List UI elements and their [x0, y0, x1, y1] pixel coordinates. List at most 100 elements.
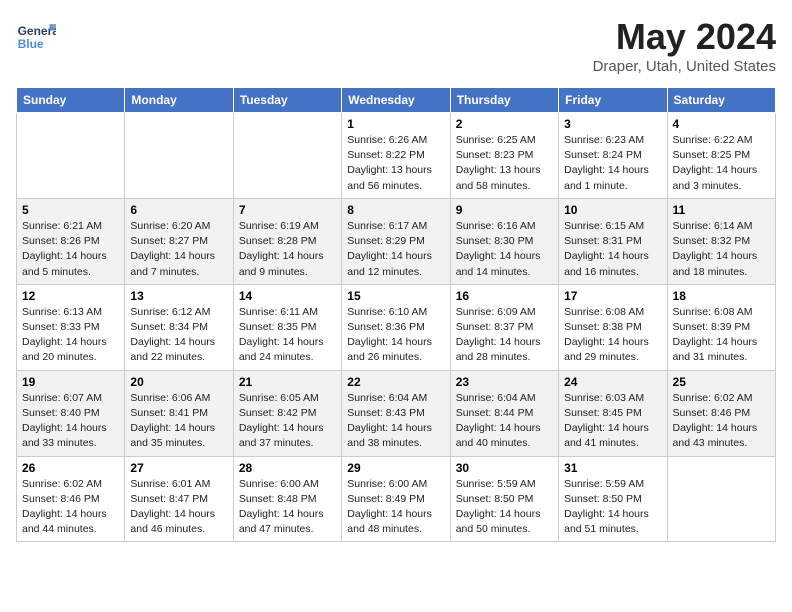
cell-details: Sunrise: 6:00 AM Sunset: 8:48 PM Dayligh…	[239, 477, 336, 538]
calendar-cell: 8 Sunrise: 6:17 AM Sunset: 8:29 PM Daylig…	[342, 198, 450, 284]
day-number: 7	[239, 203, 336, 217]
calendar-week-row: 1 Sunrise: 6:26 AM Sunset: 8:22 PM Daylig…	[17, 113, 776, 199]
day-number: 13	[130, 289, 227, 303]
calendar-week-row: 5Sunrise: 6:21 AM Sunset: 8:26 PM Daylig…	[17, 198, 776, 284]
cell-details: Sunrise: 5:59 AM Sunset: 8:50 PM Dayligh…	[564, 477, 661, 538]
cell-details: Sunrise: 6:15 AM Sunset: 8:31 PM Dayligh…	[564, 219, 661, 280]
day-number: 10	[564, 203, 661, 217]
calendar-cell: 3 Sunrise: 6:23 AM Sunset: 8:24 PM Daylig…	[559, 113, 667, 199]
calendar-cell: 22 Sunrise: 6:04 AM Sunset: 8:43 PM Dayli…	[342, 370, 450, 456]
logo: General Blue	[16, 16, 60, 56]
calendar-week-row: 12Sunrise: 6:13 AM Sunset: 8:33 PM Dayli…	[17, 284, 776, 370]
cell-details: Sunrise: 6:06 AM Sunset: 8:41 PM Dayligh…	[130, 391, 227, 452]
calendar-cell: 14 Sunrise: 6:11 AM Sunset: 8:35 PM Dayli…	[233, 284, 341, 370]
day-number: 17	[564, 289, 661, 303]
cell-details: Sunrise: 6:19 AM Sunset: 8:28 PM Dayligh…	[239, 219, 336, 280]
cell-details: Sunrise: 6:12 AM Sunset: 8:34 PM Dayligh…	[130, 305, 227, 366]
location: Draper, Utah, United States	[593, 58, 776, 75]
day-of-week-header: Friday	[559, 88, 667, 113]
calendar-cell: 12Sunrise: 6:13 AM Sunset: 8:33 PM Dayli…	[17, 284, 125, 370]
cell-details: Sunrise: 6:22 AM Sunset: 8:25 PM Dayligh…	[673, 133, 770, 194]
cell-details: Sunrise: 6:11 AM Sunset: 8:35 PM Dayligh…	[239, 305, 336, 366]
day-number: 21	[239, 375, 336, 389]
calendar-cell: 26 Sunrise: 6:02 AM Sunset: 8:46 PM Dayli…	[17, 456, 125, 542]
day-number: 25	[673, 375, 770, 389]
day-number: 8	[347, 203, 444, 217]
cell-details: Sunrise: 6:17 AM Sunset: 8:29 PM Dayligh…	[347, 219, 444, 280]
calendar-cell: 15 Sunrise: 6:10 AM Sunset: 8:36 PM Dayli…	[342, 284, 450, 370]
cell-details: Sunrise: 6:23 AM Sunset: 8:24 PM Dayligh…	[564, 133, 661, 194]
day-number: 22	[347, 375, 444, 389]
calendar-cell: 29Sunrise: 6:00 AM Sunset: 8:49 PM Dayli…	[342, 456, 450, 542]
day-of-week-header: Sunday	[17, 88, 125, 113]
title-block: May 2024 Draper, Utah, United States	[593, 16, 776, 75]
month-title: May 2024	[593, 16, 776, 58]
day-number: 14	[239, 289, 336, 303]
day-number: 4	[673, 117, 770, 131]
day-number: 15	[347, 289, 444, 303]
calendar-cell: 21 Sunrise: 6:05 AM Sunset: 8:42 PM Dayli…	[233, 370, 341, 456]
calendar-cell: 13 Sunrise: 6:12 AM Sunset: 8:34 PM Dayli…	[125, 284, 233, 370]
calendar-cell: 27Sunrise: 6:01 AM Sunset: 8:47 PM Dayli…	[125, 456, 233, 542]
cell-details: Sunrise: 6:04 AM Sunset: 8:43 PM Dayligh…	[347, 391, 444, 452]
cell-details: Sunrise: 6:09 AM Sunset: 8:37 PM Dayligh…	[456, 305, 553, 366]
day-of-week-header: Thursday	[450, 88, 558, 113]
day-number: 23	[456, 375, 553, 389]
cell-details: Sunrise: 6:07 AM Sunset: 8:40 PM Dayligh…	[22, 391, 119, 452]
day-number: 9	[456, 203, 553, 217]
calendar-cell: 4 Sunrise: 6:22 AM Sunset: 8:25 PM Daylig…	[667, 113, 775, 199]
cell-details: Sunrise: 5:59 AM Sunset: 8:50 PM Dayligh…	[456, 477, 553, 538]
calendar-cell	[233, 113, 341, 199]
cell-details: Sunrise: 6:01 AM Sunset: 8:47 PM Dayligh…	[130, 477, 227, 538]
calendar-week-row: 26 Sunrise: 6:02 AM Sunset: 8:46 PM Dayli…	[17, 456, 776, 542]
calendar-cell: 24 Sunrise: 6:03 AM Sunset: 8:45 PM Dayli…	[559, 370, 667, 456]
calendar-cell: 17Sunrise: 6:08 AM Sunset: 8:38 PM Dayli…	[559, 284, 667, 370]
day-number: 31	[564, 461, 661, 475]
svg-text:Blue: Blue	[18, 37, 44, 51]
cell-details: Sunrise: 6:03 AM Sunset: 8:45 PM Dayligh…	[564, 391, 661, 452]
day-number: 1	[347, 117, 444, 131]
day-number: 3	[564, 117, 661, 131]
calendar-cell: 31 Sunrise: 5:59 AM Sunset: 8:50 PM Dayli…	[559, 456, 667, 542]
calendar-cell	[17, 113, 125, 199]
calendar-cell: 30 Sunrise: 5:59 AM Sunset: 8:50 PM Dayli…	[450, 456, 558, 542]
calendar-cell: 2 Sunrise: 6:25 AM Sunset: 8:23 PM Daylig…	[450, 113, 558, 199]
cell-details: Sunrise: 6:04 AM Sunset: 8:44 PM Dayligh…	[456, 391, 553, 452]
calendar-cell	[667, 456, 775, 542]
cell-details: Sunrise: 6:02 AM Sunset: 8:46 PM Dayligh…	[22, 477, 119, 538]
calendar-cell: 7 Sunrise: 6:19 AM Sunset: 8:28 PM Daylig…	[233, 198, 341, 284]
calendar-cell: 10 Sunrise: 6:15 AM Sunset: 8:31 PM Dayli…	[559, 198, 667, 284]
day-number: 28	[239, 461, 336, 475]
calendar-cell: 25 Sunrise: 6:02 AM Sunset: 8:46 PM Dayli…	[667, 370, 775, 456]
cell-details: Sunrise: 6:26 AM Sunset: 8:22 PM Dayligh…	[347, 133, 444, 194]
calendar-week-row: 19 Sunrise: 6:07 AM Sunset: 8:40 PM Dayli…	[17, 370, 776, 456]
calendar-cell: 19 Sunrise: 6:07 AM Sunset: 8:40 PM Dayli…	[17, 370, 125, 456]
day-of-week-header: Wednesday	[342, 88, 450, 113]
page-header: General Blue May 2024 Draper, Utah, Unit…	[16, 16, 776, 75]
cell-details: Sunrise: 6:21 AM Sunset: 8:26 PM Dayligh…	[22, 219, 119, 280]
cell-details: Sunrise: 6:14 AM Sunset: 8:32 PM Dayligh…	[673, 219, 770, 280]
cell-details: Sunrise: 6:25 AM Sunset: 8:23 PM Dayligh…	[456, 133, 553, 194]
calendar-cell: 16 Sunrise: 6:09 AM Sunset: 8:37 PM Dayli…	[450, 284, 558, 370]
day-number: 26	[22, 461, 119, 475]
cell-details: Sunrise: 6:02 AM Sunset: 8:46 PM Dayligh…	[673, 391, 770, 452]
cell-details: Sunrise: 6:10 AM Sunset: 8:36 PM Dayligh…	[347, 305, 444, 366]
calendar-header-row: SundayMondayTuesdayWednesdayThursdayFrid…	[17, 88, 776, 113]
cell-details: Sunrise: 6:16 AM Sunset: 8:30 PM Dayligh…	[456, 219, 553, 280]
day-number: 2	[456, 117, 553, 131]
calendar-cell: 20 Sunrise: 6:06 AM Sunset: 8:41 PM Dayli…	[125, 370, 233, 456]
day-number: 6	[130, 203, 227, 217]
cell-details: Sunrise: 6:05 AM Sunset: 8:42 PM Dayligh…	[239, 391, 336, 452]
calendar-cell	[125, 113, 233, 199]
day-number: 19	[22, 375, 119, 389]
calendar-cell: 11Sunrise: 6:14 AM Sunset: 8:32 PM Dayli…	[667, 198, 775, 284]
day-number: 24	[564, 375, 661, 389]
calendar-cell: 18 Sunrise: 6:08 AM Sunset: 8:39 PM Dayli…	[667, 284, 775, 370]
cell-details: Sunrise: 6:08 AM Sunset: 8:39 PM Dayligh…	[673, 305, 770, 366]
day-number: 20	[130, 375, 227, 389]
cell-details: Sunrise: 6:00 AM Sunset: 8:49 PM Dayligh…	[347, 477, 444, 538]
day-number: 18	[673, 289, 770, 303]
day-number: 30	[456, 461, 553, 475]
calendar-cell: 5Sunrise: 6:21 AM Sunset: 8:26 PM Daylig…	[17, 198, 125, 284]
day-number: 16	[456, 289, 553, 303]
